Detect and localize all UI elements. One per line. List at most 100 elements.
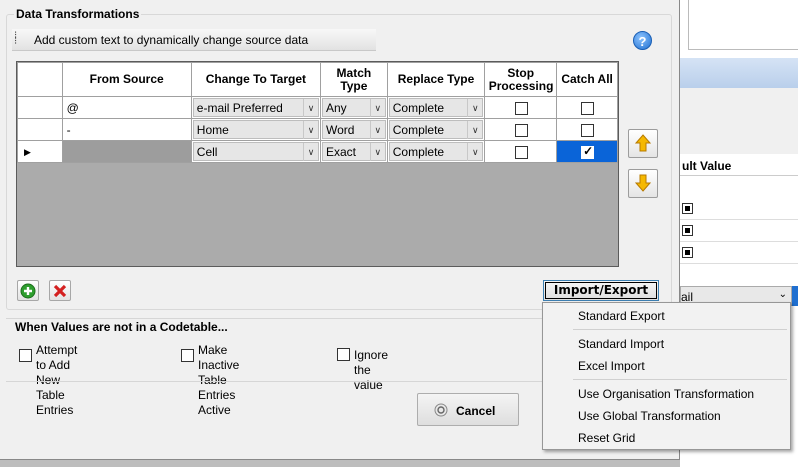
menu-separator: [573, 329, 787, 330]
header-stop-processing[interactable]: Stop Processing: [484, 62, 558, 97]
row-indicator[interactable]: [17, 96, 63, 119]
chevron-down-icon[interactable]: ∨: [303, 99, 318, 117]
catch-all-cell[interactable]: [556, 96, 618, 119]
background-checkbox[interactable]: [682, 203, 693, 214]
stop-processing-cell[interactable]: [484, 118, 558, 141]
change-to-target-dropdown[interactable]: Home ∨: [192, 120, 319, 139]
dropdown-value: Exact: [326, 145, 357, 159]
option-label-line2: Table Entries: [36, 388, 74, 417]
codetable-section-title: When Values are not in a Codetable...: [15, 320, 228, 334]
from-source-cell[interactable]: [61, 140, 192, 163]
list-icon: ⁝ ⁝: [14, 30, 18, 47]
match-type-dropdown[interactable]: Any ∨: [322, 98, 386, 117]
catch-all-checkbox[interactable]: [581, 144, 595, 159]
stop-processing-checkbox[interactable]: [514, 123, 528, 137]
header-match-type[interactable]: Match Type: [320, 62, 388, 97]
move-up-button[interactable]: [628, 129, 658, 158]
background-column-header: ult Value: [680, 154, 798, 176]
catch-all-cell[interactable]: [556, 140, 618, 163]
chevron-down-icon[interactable]: ∨: [467, 143, 482, 161]
stop-processing-checkbox[interactable]: [514, 101, 528, 115]
chevron-down-icon: ⌄: [778, 289, 787, 300]
delete-row-button[interactable]: [49, 280, 71, 301]
stop-processing-checkbox[interactable]: [514, 145, 528, 159]
move-down-button[interactable]: [628, 169, 658, 198]
dropdown-value: e-mail Preferred: [196, 101, 283, 115]
background-row: [680, 198, 798, 220]
change-to-target-cell[interactable]: Cell ∨: [190, 140, 322, 163]
replace-type-cell[interactable]: Complete ∨: [386, 140, 486, 163]
menu-item-use-organisation-transformation[interactable]: Use Organisation Transformation: [578, 387, 754, 401]
background-checkbox[interactable]: [682, 247, 693, 258]
change-to-target-dropdown[interactable]: e-mail Preferred ∨: [192, 98, 319, 117]
header-indicator: [17, 62, 63, 97]
transformations-grid: From Source Change To Target Match Type …: [16, 61, 619, 267]
table-row[interactable]: @ e-mail Preferred ∨ Any ∨ Complete ∨: [17, 96, 618, 119]
stop-processing-cell[interactable]: [484, 96, 558, 119]
background-row: [680, 242, 798, 264]
match-type-cell[interactable]: Word ∨: [320, 118, 388, 141]
chevron-down-icon[interactable]: ∨: [467, 99, 482, 117]
match-type-dropdown[interactable]: Word ∨: [322, 120, 386, 139]
change-to-target-cell[interactable]: e-mail Preferred ∨: [190, 96, 322, 119]
background-checkbox[interactable]: [682, 225, 693, 236]
replace-type-cell[interactable]: Complete ∨: [386, 118, 486, 141]
bottom-strip: [0, 460, 680, 467]
header-change-to-target[interactable]: Change To Target: [190, 62, 322, 97]
match-type-dropdown[interactable]: Exact ∨: [322, 142, 386, 161]
header-catch-all[interactable]: Catch All: [556, 62, 618, 97]
dropdown-value: Word: [326, 123, 355, 137]
change-to-target-cell[interactable]: Home ∨: [190, 118, 322, 141]
from-source-cell[interactable]: @: [61, 96, 192, 119]
cancel-button[interactable]: Cancel: [417, 393, 519, 426]
stop-processing-cell[interactable]: [484, 140, 558, 163]
cancel-icon: [434, 403, 448, 417]
info-bar: ⁝ ⁝ Add custom text to dynamically change…: [12, 29, 376, 51]
match-type-cell[interactable]: Any ∨: [320, 96, 388, 119]
menu-item-reset-grid[interactable]: Reset Grid: [578, 431, 635, 445]
menu-item-excel-import[interactable]: Excel Import: [578, 359, 645, 373]
row-indicator[interactable]: [17, 118, 63, 141]
catch-all-checkbox[interactable]: [581, 123, 595, 137]
dropdown-value: Cell: [196, 145, 218, 159]
menu-item-standard-export[interactable]: Standard Export: [578, 309, 665, 323]
chevron-down-icon[interactable]: ∨: [369, 99, 385, 117]
row-indicator[interactable]: ▶: [17, 140, 63, 163]
option-label: Ignore the value: [354, 348, 389, 392]
chevron-down-icon[interactable]: ∨: [369, 143, 385, 161]
header-from-source[interactable]: From Source: [61, 62, 192, 97]
dropdown-value: Home: [196, 123, 229, 137]
catch-all-cell[interactable]: [556, 118, 618, 141]
replace-type-dropdown[interactable]: Complete ∨: [388, 142, 484, 161]
add-row-button[interactable]: [17, 280, 39, 301]
menu-item-standard-import[interactable]: Standard Import: [578, 337, 664, 351]
from-source-value: -: [66, 122, 71, 137]
cancel-label: Cancel: [456, 404, 496, 418]
make-inactive-entries-active-checkbox[interactable]: [181, 349, 194, 362]
help-button[interactable]: ?: [633, 31, 652, 50]
delete-icon: [53, 284, 67, 298]
group-title: Data Transformations: [14, 7, 142, 21]
chevron-down-icon[interactable]: ∨: [369, 121, 385, 139]
chevron-down-icon[interactable]: ∨: [467, 121, 482, 139]
chevron-down-icon[interactable]: ∨: [303, 121, 318, 139]
replace-type-cell[interactable]: Complete ∨: [386, 96, 486, 119]
catch-all-checkbox[interactable]: [581, 101, 595, 115]
ignore-value-checkbox[interactable]: [337, 348, 350, 361]
header-replace-type[interactable]: Replace Type: [386, 62, 486, 97]
chevron-down-icon[interactable]: ∨: [303, 143, 318, 161]
dropdown-value: Complete: [392, 123, 445, 137]
menu-item-use-global-transformation[interactable]: Use Global Transformation: [578, 409, 721, 423]
current-row-arrow-icon: ▶: [24, 147, 31, 157]
arrow-down-icon: [634, 174, 652, 192]
table-row[interactable]: - Home ∨ Word ∨ Complete ∨: [17, 118, 618, 141]
change-to-target-dropdown[interactable]: Cell ∨: [192, 142, 319, 161]
add-new-table-entries-checkbox[interactable]: [19, 349, 32, 362]
table-row[interactable]: ▶ Cell ∨ Exact ∨ Complete ∨: [17, 140, 618, 163]
replace-type-dropdown[interactable]: Complete ∨: [388, 98, 484, 117]
match-type-cell[interactable]: Exact ∨: [320, 140, 388, 163]
replace-type-dropdown[interactable]: Complete ∨: [388, 120, 484, 139]
from-source-cell[interactable]: -: [61, 118, 192, 141]
import-export-button[interactable]: Import/Export: [543, 280, 659, 301]
header-stop-processing-label: Stop Processing: [488, 65, 554, 93]
